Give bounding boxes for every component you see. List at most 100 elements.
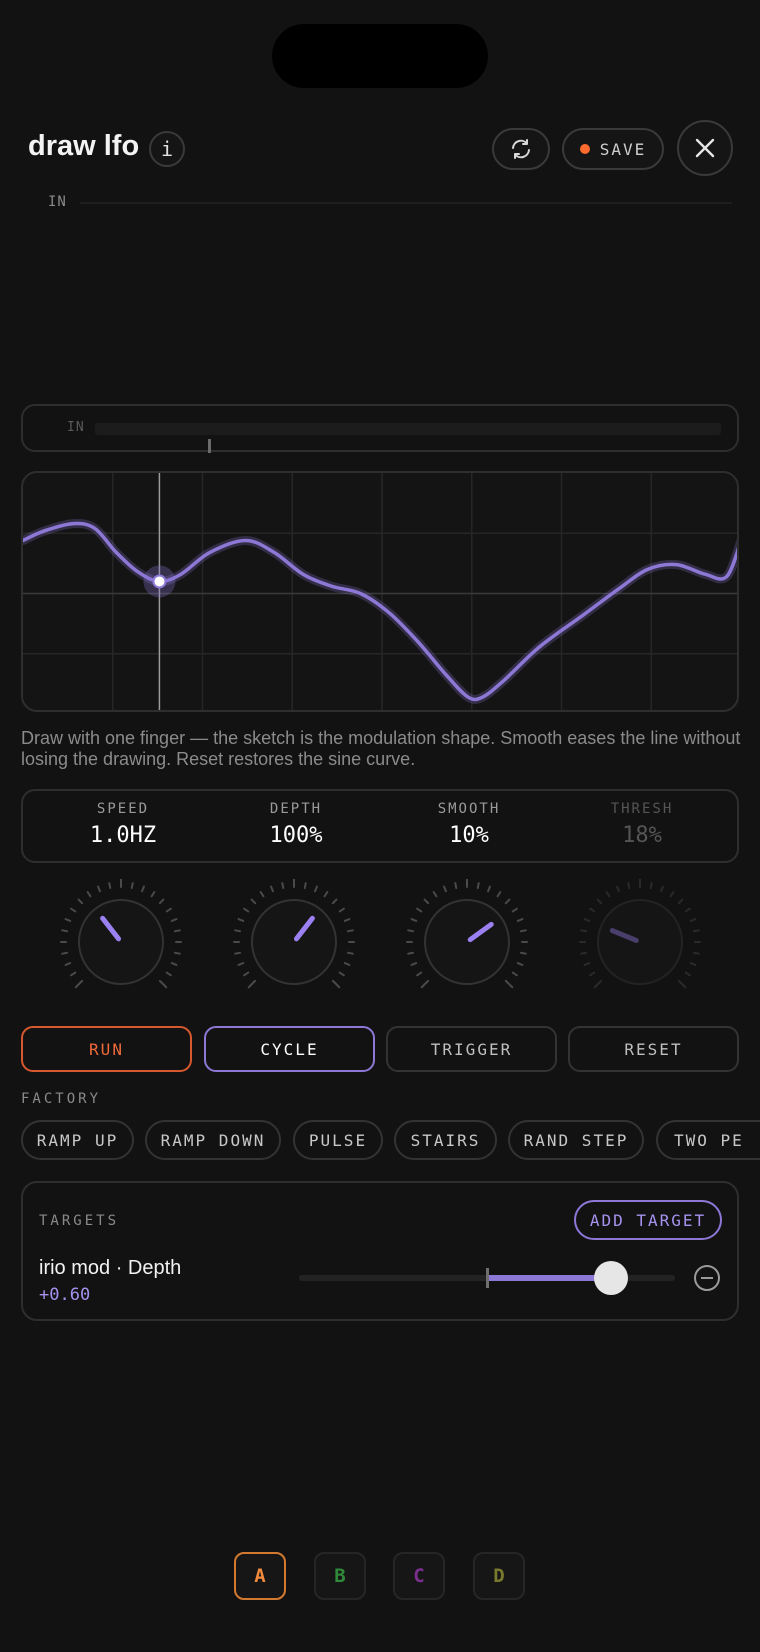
save-button[interactable]: SAVE [562,128,664,170]
knob-tick [627,882,631,890]
slider-thumb[interactable] [594,1261,629,1295]
knob-tick [237,962,245,966]
knob-tick [583,918,591,922]
refresh-icon [512,139,530,159]
target-amount-slider[interactable] [299,1261,675,1295]
preset-pulse[interactable]: PULSE [293,1120,383,1160]
knob-tick [158,979,168,989]
knob-tick [343,918,351,922]
knob-tick [247,979,257,989]
knob-tick [70,971,77,977]
speed-knob[interactable] [58,879,184,1005]
param-label: THRESH [610,801,674,817]
preset-two-pe[interactable]: TWO PE [656,1120,760,1160]
input-meter-track [95,423,721,453]
knob-tick [237,918,245,922]
knob-tick [677,979,687,989]
knob-tick [423,898,430,905]
thresh-knob[interactable] [577,879,703,1005]
refresh-button[interactable] [492,128,550,170]
input-meter-label: IN [67,420,85,435]
knob-tick [692,951,700,955]
knob-tick [580,929,588,933]
knob-tick [170,962,178,966]
knob-tick [270,885,274,893]
knob-tick [61,929,69,933]
knob-tick [593,979,603,989]
knob-tick [165,907,172,913]
knob-tick [669,891,675,898]
close-button[interactable] [677,120,733,176]
preset-rand-step[interactable]: RAND STEP [508,1120,644,1160]
knob-tick [504,898,511,905]
param-value: 10% [449,823,489,848]
knob-tick [516,962,524,966]
knob-tick [74,979,84,989]
knob-tick [443,885,447,893]
knob-tick [281,882,285,890]
knob-tick [416,971,423,977]
knob-body [597,899,683,985]
bank-d-button[interactable]: D [473,1552,525,1600]
knob-tick [86,891,92,898]
add-target-button[interactable]: ADD TARGET [574,1200,722,1240]
knob-tick [77,898,84,905]
knob-tick [660,885,664,893]
knob-tick [616,885,620,893]
remove-target-icon[interactable] [694,1265,720,1291]
knob-tick [596,898,603,905]
reset-button[interactable]: RESET [568,1026,739,1072]
smooth-knob[interactable] [404,879,530,1005]
record-dot-icon [579,144,590,154]
factory-label: FACTORY [21,1091,102,1107]
param-speed: SPEED 1.0HZ [43,801,203,848]
target-name: irio mod · Depth [39,1257,182,1279]
trigger-button[interactable]: TRIGGER [386,1026,557,1072]
input-level-line [80,202,732,204]
knob-tick [692,929,700,933]
info-button[interactable]: i [149,131,185,167]
preset-ramp-up[interactable]: RAMP UP [21,1120,134,1160]
knob-tick [689,962,697,966]
knob-tick [170,918,178,922]
lfo-draw-canvas[interactable] [21,471,739,712]
knob-tick [346,929,354,933]
playhead-dot [152,574,167,589]
knob-tick [677,898,684,905]
lfo-shape-plot[interactable] [23,473,739,712]
knob-tick [243,907,250,913]
knob-tick [323,891,329,898]
knob-tick [684,907,691,913]
knob-tick [580,951,588,955]
depth-knob[interactable] [231,879,357,1005]
preset-stairs[interactable]: STAIRS [394,1120,497,1160]
factory-preset-row[interactable]: RAMP UP RAMP DOWN PULSE STAIRS RAND STEP… [21,1120,760,1160]
knob-tick [343,962,351,966]
knob-tick [519,929,527,933]
knob-tick [173,951,181,955]
params-panel: SPEED 1.0HZ DEPTH 100% SMOOTH 10% THRESH… [21,789,739,863]
knob-tick [407,929,415,933]
param-value: 100% [269,823,323,848]
run-button[interactable]: RUN [21,1026,192,1072]
knob-tick [410,918,418,922]
knob-tick [130,882,134,890]
param-thresh: THRESH 18% [562,801,722,848]
knob-tick [64,918,72,922]
hint-text: Draw with one finger — the sketch is the… [21,728,741,769]
knob-tick [416,907,423,913]
bank-b-button[interactable]: B [314,1552,366,1600]
targets-label: TARGETS [39,1213,120,1229]
knob-tick [108,882,112,890]
bank-c-button[interactable]: C [393,1552,445,1600]
knob-tick [346,951,354,955]
knob-tick [511,971,518,977]
preset-ramp-down[interactable]: RAMP DOWN [145,1120,281,1160]
knob-tick [519,951,527,955]
param-label: SPEED [96,801,150,817]
cycle-button[interactable]: CYCLE [204,1026,375,1072]
knob-body [251,899,337,985]
knob-tick [64,962,72,966]
knob-tick [97,885,101,893]
bank-a-button[interactable]: A [234,1552,286,1600]
